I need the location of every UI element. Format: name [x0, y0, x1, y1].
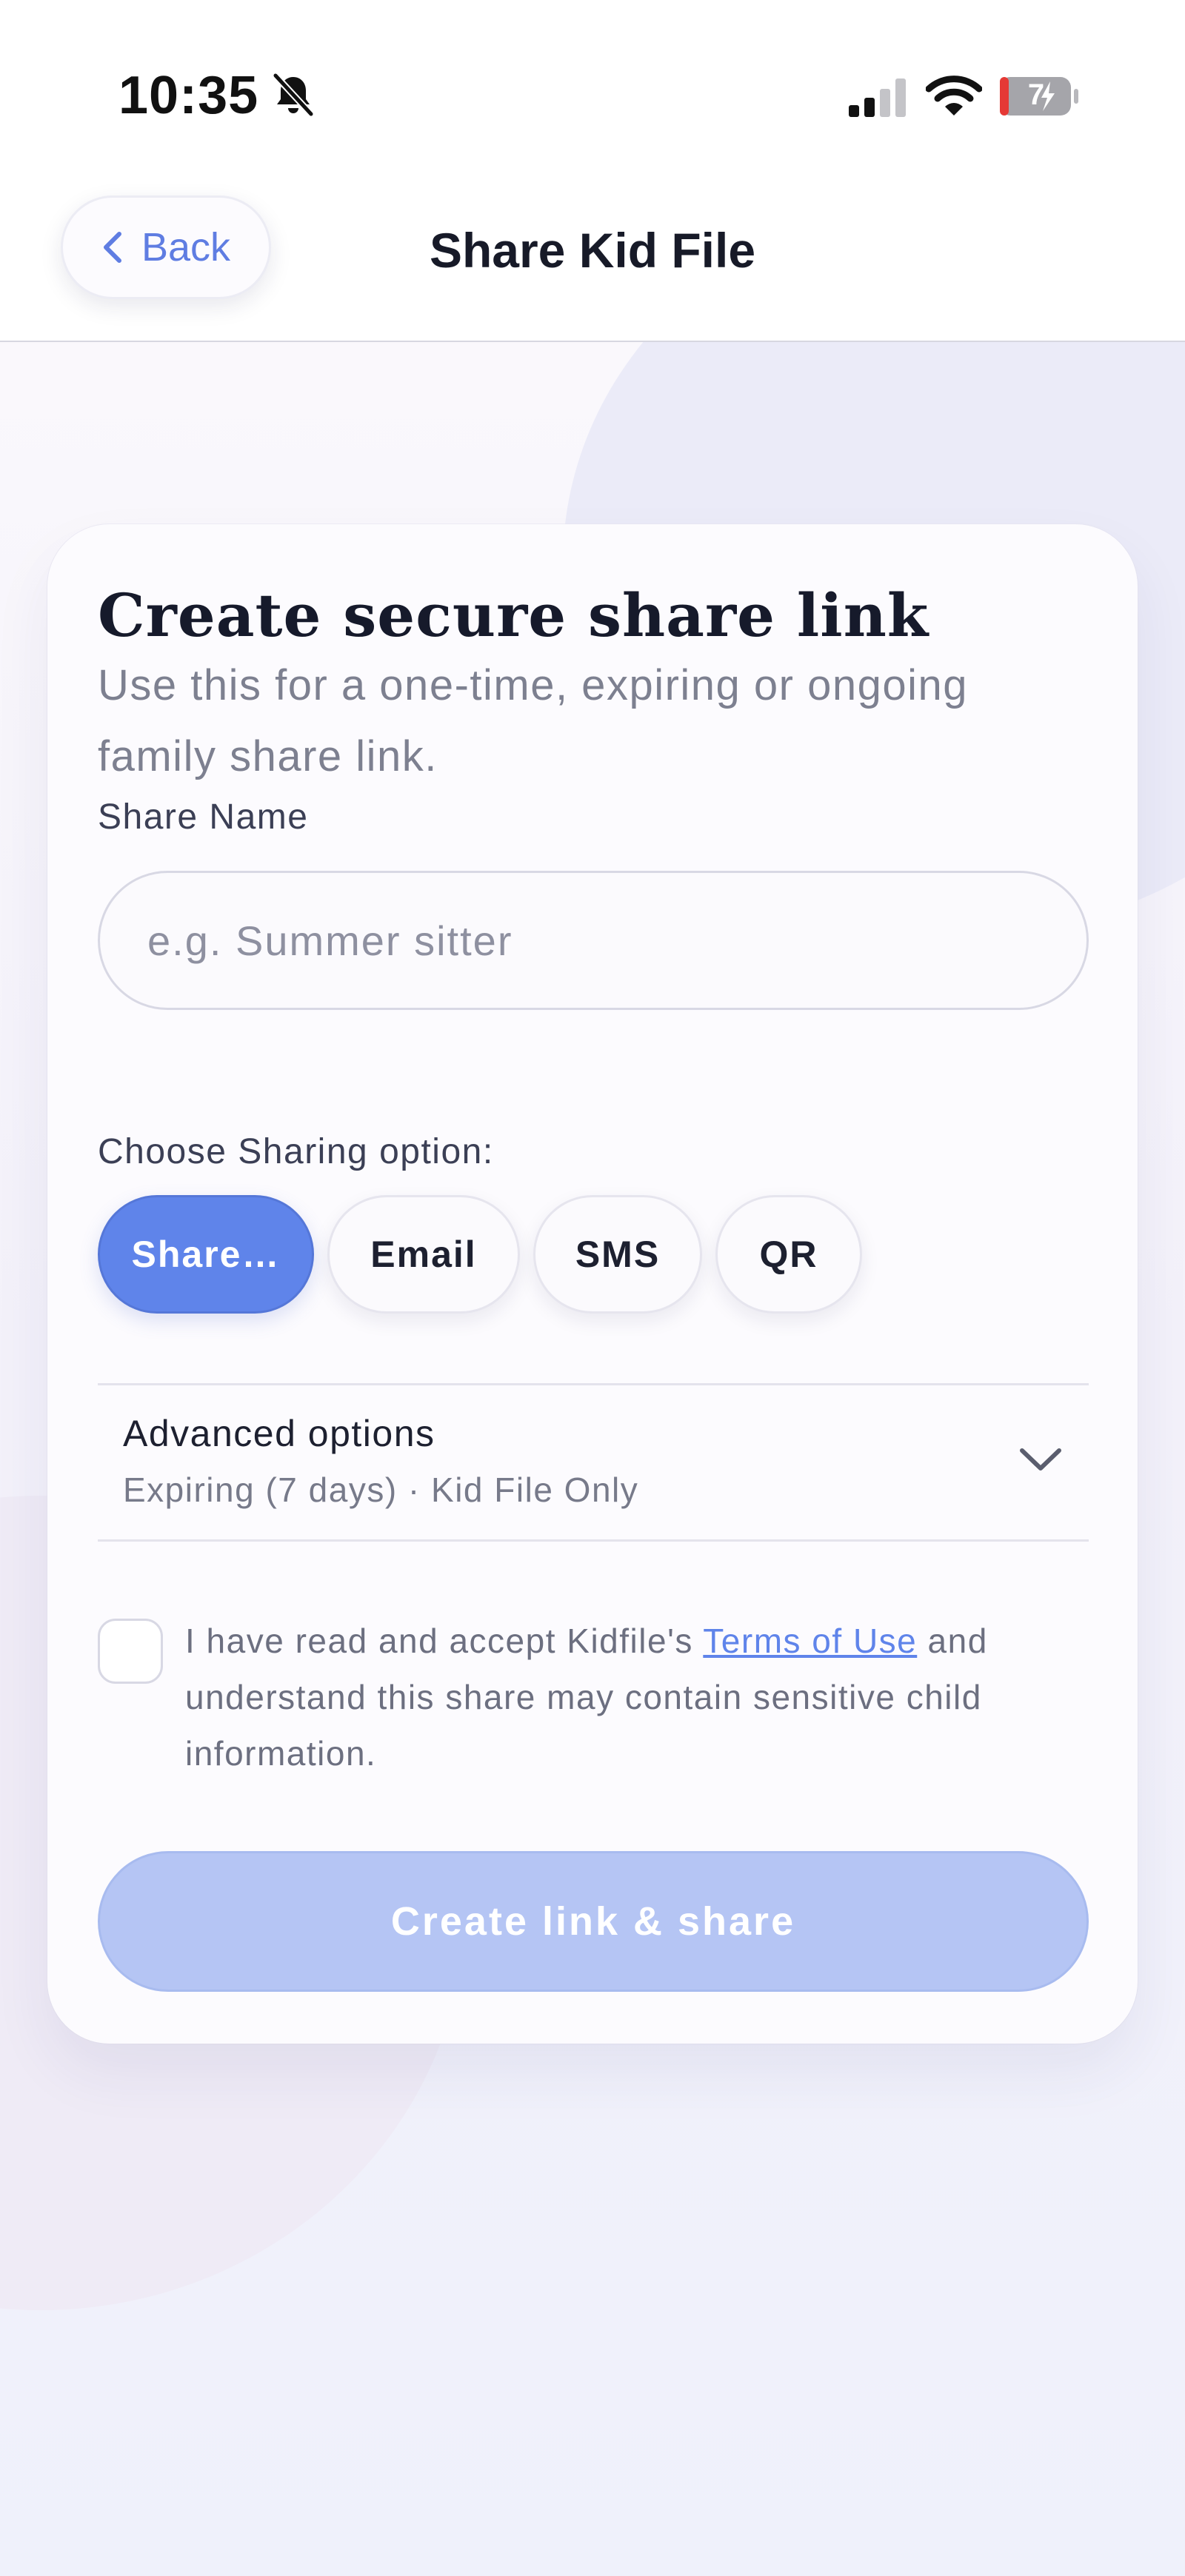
status-bar: 10:35 7 — [0, 0, 1185, 178]
advanced-options-toggle[interactable]: Advanced options Expiring (7 days) · Kid… — [98, 1383, 1089, 1542]
navigation-bar: Back Share Kid File — [0, 178, 1185, 342]
sharing-option-qr[interactable]: QR — [715, 1195, 862, 1314]
chevron-down-icon — [1020, 1448, 1061, 1471]
bell-slash-icon — [272, 72, 315, 118]
advanced-options-title: Advanced options — [123, 1413, 435, 1454]
terms-text-before: I have read and accept Kidfile's — [185, 1622, 704, 1660]
advanced-options-summary: Expiring (7 days) · Kid File Only — [123, 1471, 639, 1509]
sharing-option-email[interactable]: Email — [327, 1195, 520, 1314]
page-title: Share Kid File — [429, 223, 756, 278]
status-time: 10:35 — [118, 66, 259, 125]
wifi-icon — [926, 76, 982, 116]
signal-icon — [849, 78, 906, 117]
battery-level: 7 — [1027, 78, 1045, 111]
card-subtitle: Use this for a one-time, expiring or ong… — [98, 661, 969, 780]
sharing-option-share[interactable]: Share… — [98, 1195, 314, 1314]
share-name-label: Share Name — [98, 797, 309, 837]
create-link-button[interactable]: Create link & share — [98, 1851, 1089, 1992]
terms-text: I have read and accept Kidfile's Terms o… — [185, 1613, 1089, 1782]
share-name-input[interactable] — [98, 871, 1089, 1010]
sharing-options: Share… Email SMS QR — [98, 1195, 862, 1314]
terms-of-use-link[interactable]: Terms of Use — [703, 1622, 917, 1660]
sharing-option-sms[interactable]: SMS — [533, 1195, 702, 1314]
sharing-option-label: Choose Sharing option: — [98, 1132, 494, 1171]
card-title: Create secure share link — [98, 581, 929, 650]
terms-checkbox[interactable] — [98, 1619, 163, 1684]
share-card: Create secure share link Use this for a … — [47, 524, 1138, 2044]
